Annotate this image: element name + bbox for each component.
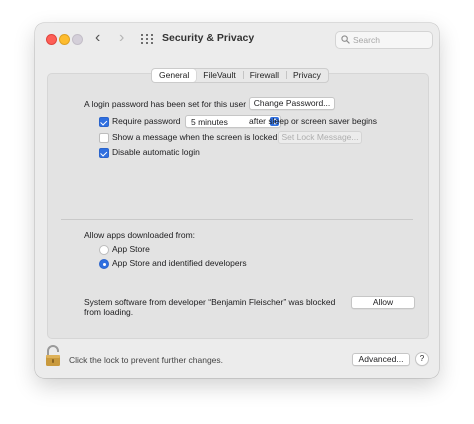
show-message-label: Show a message when the screen is locked <box>112 132 278 142</box>
tab-firewall[interactable]: Firewall <box>242 69 286 82</box>
disable-automatic-login-label: Disable automatic login <box>112 147 200 157</box>
advanced-button[interactable]: Advanced... <box>352 353 410 366</box>
blocked-software-text-cont: from loading. <box>84 307 134 317</box>
set-lock-message-button[interactable]: Set Lock Message... <box>278 131 362 144</box>
tab-filevault[interactable]: FileVault <box>196 69 242 82</box>
close-button[interactable] <box>46 34 57 45</box>
tab-bar: General FileVault Firewall Privacy <box>151 68 329 83</box>
change-password-button[interactable]: Change Password... <box>249 97 335 110</box>
back-chevron-icon[interactable]: ‹ <box>95 30 100 46</box>
minimize-button[interactable] <box>59 34 70 45</box>
title-bar: ‹ › Security & Privacy Search <box>35 23 439 53</box>
require-password-delay-value: 5 minutes <box>191 116 228 127</box>
search-field[interactable]: Search <box>335 31 433 49</box>
search-placeholder: Search <box>353 34 380 45</box>
tab-privacy[interactable]: Privacy <box>285 69 328 82</box>
unlocked-padlock-icon[interactable] <box>45 345 63 367</box>
show-all-grid-icon[interactable] <box>141 34 153 44</box>
search-icon <box>341 35 350 44</box>
radio-app-store[interactable] <box>99 245 109 255</box>
help-button[interactable]: ? <box>415 352 429 366</box>
show-message-checkbox[interactable] <box>99 133 109 143</box>
radio-app-store-identified-label: App Store and identified developers <box>112 258 247 268</box>
require-password-checkbox[interactable] <box>99 117 109 127</box>
allow-apps-heading: Allow apps downloaded from: <box>84 230 196 240</box>
lock-hint-text: Click the lock to prevent further change… <box>69 355 224 365</box>
allow-button[interactable]: Allow <box>351 296 415 309</box>
security-privacy-window: ‹ › Security & Privacy Search General Fi… <box>35 23 439 378</box>
section-divider <box>61 219 413 220</box>
window-title: Security & Privacy <box>162 32 255 44</box>
disable-automatic-login-checkbox[interactable] <box>99 148 109 158</box>
tab-general[interactable]: General <box>152 69 197 82</box>
forward-chevron-icon[interactable]: › <box>119 30 124 46</box>
after-sleep-text: after sleep or screen saver begins <box>249 116 378 126</box>
login-password-text: A login password has been set for this u… <box>84 99 247 109</box>
radio-app-store-label: App Store <box>112 244 150 254</box>
radio-app-store-identified[interactable] <box>99 259 109 269</box>
require-password-label: Require password <box>112 116 181 126</box>
blocked-software-text: System software from developer “Benjamin… <box>84 297 336 307</box>
zoom-button[interactable] <box>72 34 83 45</box>
